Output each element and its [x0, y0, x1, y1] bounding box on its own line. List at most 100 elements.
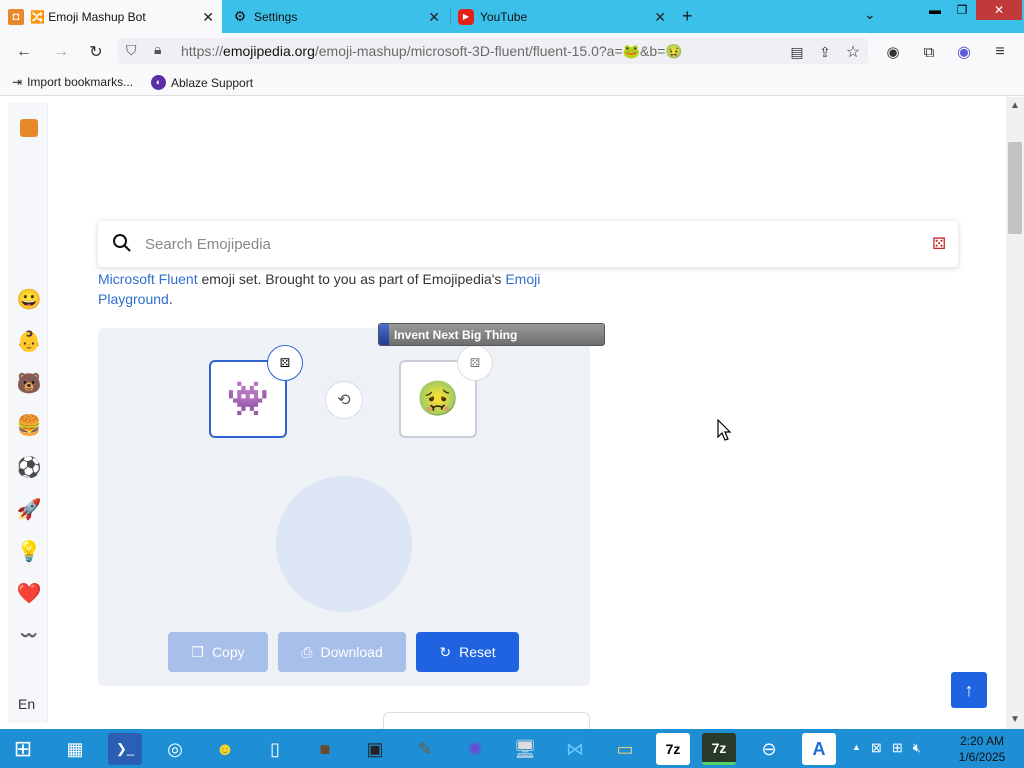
tab-settings[interactable]: ⚙ Settings ✕: [224, 0, 448, 33]
microsoft-fluent-link[interactable]: Microsoft Fluent: [98, 271, 198, 287]
language-selector[interactable]: En: [18, 696, 35, 712]
page-content: 😀 👶 🐻 🍔 ⚽ 🚀 💡 ❤️ 〰️ En Microsoft Fluent …: [0, 97, 1006, 729]
mashup-description: Microsoft Fluent emoji set. Brought to y…: [98, 271, 541, 307]
playground-link[interactable]: Playground: [98, 291, 169, 307]
search-input[interactable]: Search Emojipedia: [145, 236, 271, 253]
bottom-card: [383, 712, 590, 729]
gimp-icon[interactable]: ✎: [408, 733, 442, 765]
tab-bar: ◘ 🔀 Emoji Mashup Bot ✕ ⚙ Settings ✕ ▶ Yo…: [0, 0, 1024, 33]
share-icon[interactable]: ⇪: [814, 41, 836, 63]
tab-label: 🔀 Emoji Mashup Bot: [30, 9, 146, 24]
close-window-icon[interactable]: ✕: [976, 0, 1022, 20]
randomize-b-button[interactable]: ⚄: [457, 345, 493, 381]
restore-icon[interactable]: ❐: [948, 0, 976, 20]
bookmark-star-icon[interactable]: ☆: [842, 41, 864, 63]
start-button-icon[interactable]: ⊞: [6, 733, 40, 765]
7zip-active-icon[interactable]: 7z: [702, 733, 736, 765]
copy-button[interactable]: ❐ Copy: [168, 632, 268, 672]
animals-icon[interactable]: 🐻: [16, 370, 42, 396]
tab-emoji-mashup[interactable]: ◘ 🔀 Emoji Mashup Bot ✕: [0, 0, 222, 33]
folder-icon[interactable]: ▭: [608, 733, 642, 765]
volume-muted-icon[interactable]: 🔇︎: [913, 740, 921, 756]
account-icon[interactable]: ◉: [882, 41, 904, 63]
tooltip: Invent Next Big Thing: [378, 323, 605, 346]
computer-monitor-icon[interactable]: 🖥︎: [508, 733, 542, 765]
network-icon[interactable]: ⊞: [892, 740, 903, 756]
bookmark-import[interactable]: ⇥ Import bookmarks...: [12, 75, 133, 89]
import-icon: ⇥: [12, 75, 23, 89]
file-manager-icon[interactable]: ▦: [58, 733, 92, 765]
network-error-icon[interactable]: ⊠: [871, 740, 882, 756]
randomize-a-button[interactable]: ⚄: [267, 345, 303, 381]
emoji-link[interactable]: Emoji: [505, 271, 540, 287]
minecraft-icon[interactable]: ■: [308, 733, 342, 765]
shield-icon[interactable]: ⛉: [126, 42, 137, 59]
reader-view-icon[interactable]: ▤: [786, 41, 808, 63]
yahoo-messenger-icon[interactable]: ☻: [208, 733, 242, 765]
scroll-down-icon[interactable]: ▼: [1010, 714, 1020, 725]
gear-icon: ⚙: [233, 8, 247, 24]
system-clock[interactable]: 2:20 AM 1/6/2025: [954, 733, 1010, 765]
scroll-to-top-button[interactable]: ↑: [951, 672, 987, 708]
swap-button[interactable]: ⟲: [325, 381, 363, 419]
flags-icon[interactable]: 〰️: [16, 622, 42, 648]
forward-icon[interactable]: →: [50, 41, 72, 63]
close-tab-icon[interactable]: ✕: [202, 9, 214, 26]
bookmarks-bar: ⇥ Import bookmarks... ◐ Ablaze Support: [0, 69, 1024, 96]
copy-icon: ❐: [191, 643, 204, 660]
food-icon[interactable]: 🍔: [16, 412, 42, 438]
url-bar[interactable]: ⛉ 🔒︎ https://emojipedia.org/emoji-mashup…: [118, 38, 868, 64]
dice-icon: ⚄: [469, 356, 481, 370]
system-tray: ▲ ⊠ ⊞ 🔇︎: [852, 740, 921, 756]
menu-icon[interactable]: ≡: [989, 41, 1011, 63]
vertical-scrollbar[interactable]: ▲ ▼: [1006, 97, 1024, 729]
notepad-icon[interactable]: ▯: [258, 733, 292, 765]
objects-icon[interactable]: 💡: [16, 538, 42, 564]
symbols-icon[interactable]: ❤️: [16, 580, 42, 606]
travel-icon[interactable]: 🚀: [16, 496, 42, 522]
ablaze-logo-icon: ◐: [151, 75, 166, 90]
new-tab-icon[interactable]: +: [682, 6, 693, 27]
7zip-icon[interactable]: 7z: [656, 733, 690, 765]
bookmark-label: Ablaze Support: [171, 75, 254, 90]
smileys-icon[interactable]: 😀: [16, 286, 42, 312]
butterfly-app-icon[interactable]: ⋈: [558, 733, 592, 765]
tab-youtube[interactable]: ▶ YouTube ✕: [450, 0, 674, 33]
extensions-icon[interactable]: ⧉: [918, 41, 940, 63]
media-player-icon[interactable]: ▣: [358, 733, 392, 765]
category-sidebar: 😀 👶 🐻 🍔 ⚽ 🚀 💡 ❤️ 〰️ En: [8, 103, 48, 723]
virus-game-icon[interactable]: ✺: [458, 733, 492, 765]
activities-icon[interactable]: ⚽: [16, 454, 42, 480]
reload-icon[interactable]: ↻: [85, 41, 107, 63]
arc-app-icon[interactable]: A: [802, 733, 836, 765]
swap-icon: ⟲: [337, 392, 351, 409]
search-bar[interactable]: Search Emojipedia ⚄: [98, 221, 958, 267]
ablaze-floorp-icon[interactable]: ⊖: [752, 733, 786, 765]
scrollbar-thumb[interactable]: [1008, 142, 1022, 234]
browser-icon[interactable]: ◎: [158, 733, 192, 765]
bookmark-ablaze-support[interactable]: ◐ Ablaze Support: [151, 75, 253, 90]
emojipedia-favicon-icon: ◘: [8, 8, 24, 25]
tab-label: YouTube: [480, 9, 528, 24]
back-icon[interactable]: ←: [13, 41, 35, 63]
lock-icon[interactable]: 🔒︎: [154, 41, 161, 58]
url-text[interactable]: https://emojipedia.org/emoji-mashup/micr…: [181, 43, 683, 60]
profile-icon[interactable]: ◉: [953, 41, 975, 63]
emojipedia-logo-icon[interactable]: [16, 115, 42, 141]
random-dice-icon[interactable]: ⚄: [932, 234, 946, 254]
close-tab-icon[interactable]: ✕: [428, 9, 440, 26]
close-tab-icon[interactable]: ✕: [654, 9, 666, 26]
chevron-down-icon[interactable]: ⌄: [864, 6, 876, 23]
navigation-bar: ← → ↻ ⛉ 🔒︎ https://emojipedia.org/emoji-…: [0, 33, 1024, 69]
download-icon: ⎙: [301, 643, 313, 660]
reset-icon: ↻: [439, 643, 452, 660]
minimize-icon[interactable]: ▬: [922, 0, 948, 20]
powershell-icon[interactable]: ❯_: [108, 733, 142, 765]
people-icon[interactable]: 👶: [16, 328, 42, 354]
reset-button[interactable]: ↻ Reset: [416, 632, 519, 672]
download-button[interactable]: ⎙ Download: [278, 632, 406, 672]
taskbar: ⊞ ▦ ❯_ ◎ ☻ ▯ ■ ▣ ✎ ✺ 🖥︎ ⋈ ▭ 7z 7z ⊖ A ▲ …: [0, 729, 1024, 768]
youtube-icon: ▶: [458, 8, 474, 25]
tray-expand-icon[interactable]: ▲: [852, 740, 861, 756]
scroll-up-icon[interactable]: ▲: [1010, 100, 1020, 111]
